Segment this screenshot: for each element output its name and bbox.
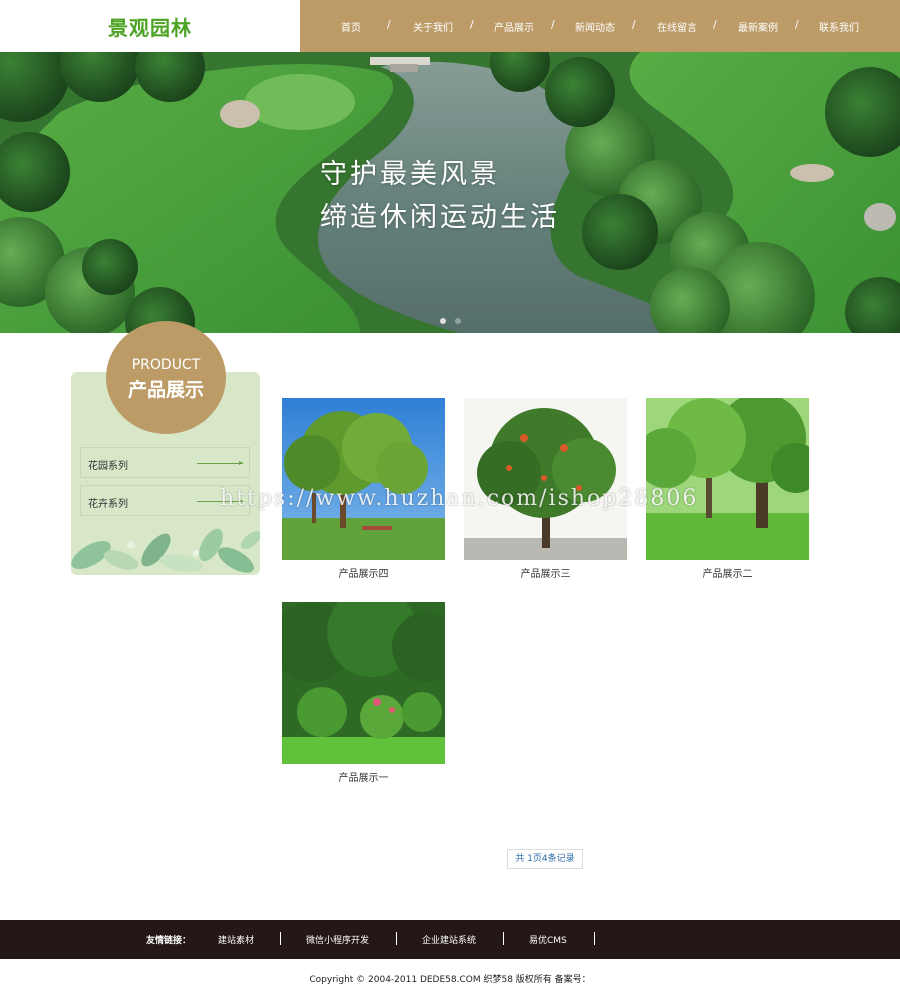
slider-dot[interactable] [455,318,461,324]
nav-home[interactable]: 首页 [341,19,361,34]
banner-slogan-line2: 缔造休闲运动生活 [320,202,560,233]
product-caption[interactable]: 产品展示一 [282,769,445,784]
product-caption[interactable]: 产品展示三 [464,565,627,580]
arrow-right-icon [197,461,243,465]
nav-contact[interactable]: 联系我们 [819,19,859,34]
footer-friend-links: 友情链接： 建站素材 微信小程序开发 企业建站系统 易优CMS [0,920,900,959]
badge-title-en: PRODUCT [131,357,201,373]
product-caption[interactable]: 产品展示四 [282,565,445,580]
nav-cases[interactable]: 最新案例 [738,19,778,34]
footer-link-separator [280,932,281,945]
footer-link[interactable]: 微信小程序开发 [306,933,369,946]
category-label: 花卉系列 [88,499,128,510]
nav-separator: / [551,18,555,31]
product-caption[interactable]: 产品展示二 [646,565,809,580]
nav-news[interactable]: 新闻动态 [575,19,615,34]
footer-link[interactable]: 企业建站系统 [422,933,476,946]
banner-landscape-image [0,52,900,333]
category-garden-series[interactable]: 花园系列 [80,447,250,478]
nav-separator: / [632,18,636,31]
product-image[interactable] [646,398,809,560]
banner-slogan-line1: 守护最美风景 [320,159,500,190]
site-logo[interactable]: 景观园林 [108,12,192,41]
footer-link[interactable]: 易优CMS [529,933,567,946]
friend-links-title: 友情链接： [146,936,192,946]
nav-message[interactable]: 在线留言 [657,19,697,34]
category-label: 花园系列 [88,461,128,472]
slider-dot-active[interactable] [440,318,446,324]
pagination-info: 共 1页4条记录 [507,849,583,869]
copyright-text: Copyright © 2004-2011 DEDE58.COM 织梦58 版权… [309,975,591,985]
nav-separator: / [713,18,717,31]
leaf-decoration-image [71,528,260,573]
nav-products[interactable]: 产品展示 [494,19,534,34]
product-image[interactable] [282,602,445,764]
footer-link-separator [503,932,504,945]
badge-title-cn: 产品展示 [127,379,204,401]
nav-about[interactable]: 关于我们 [413,19,453,34]
footer-link[interactable]: 建站素材 [218,933,254,946]
watermark-text: https://www.huzhan.com/ishop28806 [220,486,699,511]
footer-link-separator [594,932,595,945]
hero-banner: 守护最美风景 缔造休闲运动生活 [0,52,900,333]
main-nav: 首页 / 关于我们 / 产品展示 / 新闻动态 / 在线留言 / 最新案例 / … [300,0,900,52]
nav-separator: / [387,18,391,31]
nav-separator: / [795,18,799,31]
footer-link-separator [396,932,397,945]
product-card[interactable]: 产品展示一 [282,602,445,784]
site-header: 景观园林 首页 / 关于我们 / 产品展示 / 新闻动态 / 在线留言 / 最新… [0,0,900,52]
product-section-badge: PRODUCT 产品展示 [106,321,226,434]
product-image[interactable] [464,398,627,560]
nav-separator: / [470,18,474,31]
product-image[interactable] [282,398,445,560]
